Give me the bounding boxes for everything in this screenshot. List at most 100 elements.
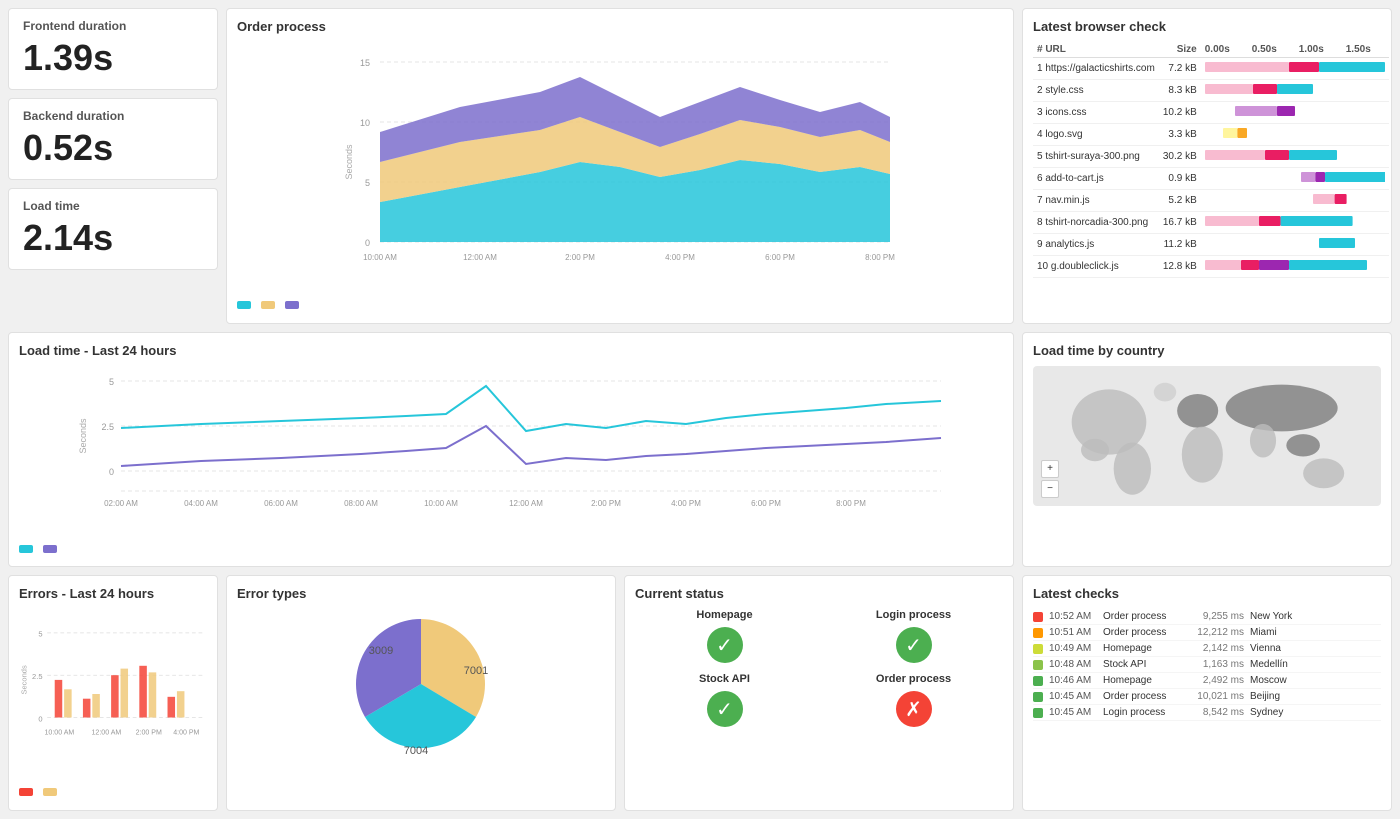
latest-checks-title: Latest checks [1033,586,1381,601]
order-check: ✗ [896,691,932,727]
check-time: 10:51 AM [1049,627,1097,638]
bc-size: 11.2 kB [1159,234,1201,256]
pie-svg: 3009 7001 7004 [321,599,521,759]
bc-bar-cell [1201,80,1389,102]
order-process-title: Order process [237,19,1003,34]
list-item: 10:45 AM Login process 8,542 ms Sydney [1033,705,1381,721]
map-svg [1033,366,1381,506]
login-label: Login process [876,609,951,621]
check-time: 10:49 AM [1049,643,1097,654]
map-zoom-in[interactable]: + [1041,460,1059,478]
check-city: Miami [1250,627,1277,638]
svg-text:2.5: 2.5 [32,672,42,681]
errors-24h-panel: Errors - Last 24 hours 5 2.5 0 Seconds [8,575,218,811]
check-name: Stock API [1103,659,1183,670]
svg-text:4:00 PM: 4:00 PM [671,499,701,508]
svg-text:5: 5 [38,630,42,639]
list-item: 10:45 AM Order process 10,021 ms Beijing [1033,689,1381,705]
svg-text:8:00 PM: 8:00 PM [865,253,895,262]
svg-text:10:00 AM: 10:00 AM [424,499,458,508]
bc-size: 3.3 kB [1159,124,1201,146]
check-ms: 2,492 ms [1189,675,1244,686]
check-name: Order process [1103,627,1183,638]
check-name: Homepage [1103,643,1183,654]
order-process-panel: Order process 15 10 5 0 Seconds 10:00 AM [226,8,1014,324]
load-time-chart: 5 2.5 0 Seconds 02:00 AM 04:00 AM 06:00 … [19,366,1003,536]
svg-text:12:00 AM: 12:00 AM [509,499,543,508]
check-ms: 10,021 ms [1189,691,1244,702]
load-time-legend [19,545,1003,553]
check-city: Beijing [1250,691,1280,702]
check-city: Moscow [1250,675,1287,686]
browser-check-panel: Latest browser check # URL Size 0.00s 0.… [1022,8,1392,324]
current-status-title: Current status [635,586,1003,601]
svg-text:Seconds: Seconds [344,144,354,180]
check-city: Medellín [1250,659,1288,670]
bc-num-url: 7 nav.min.js [1033,190,1159,212]
svg-text:7004: 7004 [404,745,428,757]
svg-text:2:00 PM: 2:00 PM [565,253,595,262]
load-time-24h-title: Load time - Last 24 hours [19,343,1003,358]
bc-row: 5 tshirt-suraya-300.png 30.2 kB [1033,146,1389,168]
bc-num-url: 3 icons.css [1033,102,1159,124]
legend-teal [237,301,251,309]
check-color-dot [1033,708,1043,718]
check-name: Homepage [1103,675,1183,686]
bc-bar-cell [1201,58,1389,80]
browser-check-table: # URL Size 0.00s 0.50s 1.00s 1.50s 1 htt… [1033,42,1389,278]
svg-text:4:00 PM: 4:00 PM [173,730,199,737]
svg-text:2:00 PM: 2:00 PM [136,730,162,737]
bc-num-url: 2 style.css [1033,80,1159,102]
bc-size: 10.2 kB [1159,102,1201,124]
bc-size: 0.9 kB [1159,168,1201,190]
check-name: Order process [1103,611,1183,622]
svg-text:02:00 AM: 02:00 AM [104,499,138,508]
check-ms: 1,163 ms [1189,659,1244,670]
svg-text:7001: 7001 [464,665,488,677]
legend-purple [285,301,299,309]
bc-bar-cell [1201,190,1389,212]
homepage-label: Homepage [696,609,752,621]
svg-text:12:00 AM: 12:00 AM [463,253,497,262]
check-time: 10:46 AM [1049,675,1097,686]
col-size: Size [1159,42,1201,58]
bc-row: 10 g.doubleclick.js 12.8 kB [1033,256,1389,278]
list-item: 10:49 AM Homepage 2,142 ms Vienna [1033,641,1381,657]
list-item: 10:48 AM Stock API 1,163 ms Medellín [1033,657,1381,673]
bc-bar-cell [1201,146,1389,168]
list-item: 10:52 AM Order process 9,255 ms New York [1033,609,1381,625]
legend-teal-line [19,545,33,553]
status-grid: Homepage ✓ Login process ✓ Stock API ✓ O… [635,609,1003,727]
frontend-duration-panel: Frontend duration 1.39s [8,8,218,90]
svg-text:4:00 PM: 4:00 PM [665,253,695,262]
check-city: Vienna [1250,643,1281,654]
bc-bar-cell [1201,124,1389,146]
legend-orange [261,301,275,309]
bc-row: 3 icons.css 10.2 kB [1033,102,1389,124]
order-label: Order process [876,673,951,685]
error-types-panel: Error types 3009 7001 7004 [226,575,616,811]
check-time: 10:45 AM [1049,707,1097,718]
legend-orange-bar [43,788,57,796]
browser-check-title: Latest browser check [1033,19,1381,34]
bc-num-url: 1 https://galacticshirts.com [1033,58,1159,80]
map-zoom-out[interactable]: − [1041,480,1059,498]
world-map: + − [1033,366,1381,506]
bc-size: 16.7 kB [1159,212,1201,234]
errors-chart: 5 2.5 0 Seconds 10:00 AM 12:00 AM [19,609,207,779]
bc-row: 9 analytics.js 11.2 kB [1033,234,1389,256]
svg-text:Seconds: Seconds [78,418,88,454]
check-color-dot [1033,660,1043,670]
bc-bar-cell [1201,234,1389,256]
check-ms: 8,542 ms [1189,707,1244,718]
backend-label: Backend duration [23,109,203,123]
col-05s: 0.50s [1248,42,1295,58]
legend-purple-line [43,545,57,553]
latest-checks-list: 10:52 AM Order process 9,255 ms New York… [1033,609,1381,721]
bc-row: 1 https://galacticshirts.com 7.2 kB [1033,58,1389,80]
check-time: 10:48 AM [1049,659,1097,670]
load-country-panel: Load time by country [1022,332,1392,568]
bc-num-url: 5 tshirt-suraya-300.png [1033,146,1159,168]
svg-text:5: 5 [109,377,114,387]
errors-title: Errors - Last 24 hours [19,586,207,601]
